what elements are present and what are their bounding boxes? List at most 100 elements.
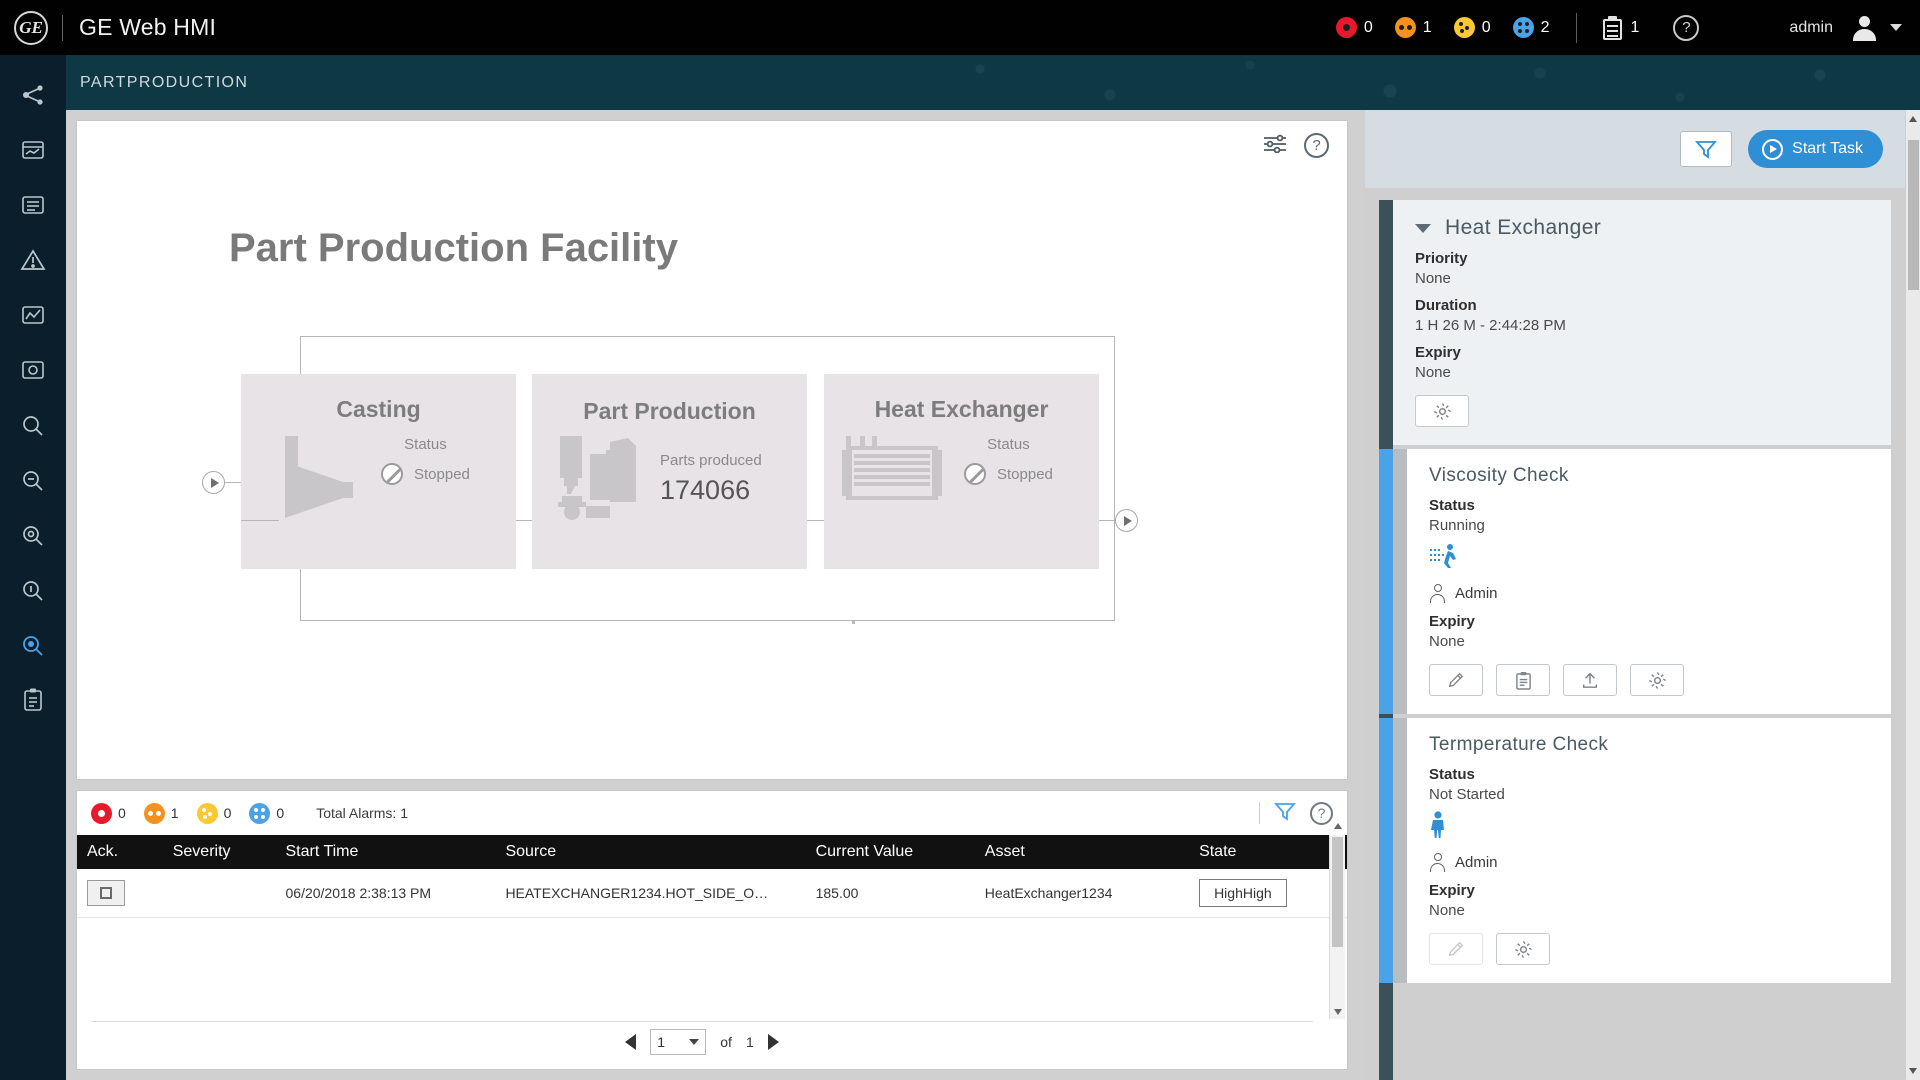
gear-icon-button[interactable] (1630, 664, 1684, 696)
task-panel-scrollbar[interactable] (1905, 110, 1920, 1080)
chevron-down-icon[interactable] (1415, 223, 1431, 233)
flow-node-outlet[interactable] (1115, 509, 1138, 532)
settings-sliders-icon[interactable] (1262, 133, 1288, 158)
person-icon (1429, 584, 1446, 603)
sidebar-item-search-a[interactable] (0, 397, 66, 452)
flow-line-outlet (1099, 520, 1115, 521)
scroll-thumb[interactable] (1332, 837, 1343, 947)
pager-of-label: of (720, 1033, 732, 1050)
gear-icon-button[interactable] (1415, 395, 1469, 427)
expiry-value: None (1429, 633, 1465, 650)
alarm-badge-low[interactable]: 0 (249, 802, 284, 824)
sidebar-item-task-list[interactable] (0, 672, 66, 727)
scroll-thumb[interactable] (1908, 140, 1919, 290)
status-label: Status (1429, 766, 1475, 783)
process-flow-diagram: Casting Status Stopped Part Production P… (202, 336, 1262, 656)
scroll-up-icon[interactable] (1334, 823, 1342, 829)
alarm-badge-critical[interactable]: 0 (91, 802, 126, 824)
header-badge-medium[interactable]: 0 (1453, 17, 1491, 38)
expiry-label: Expiry (1429, 613, 1475, 630)
header-badge-critical[interactable]: 0 (1335, 17, 1373, 38)
alarm-table-scrollbar[interactable] (1329, 823, 1345, 1019)
play-icon (1762, 138, 1784, 160)
breadcrumb-bar: PARTPRODUCTION (0, 55, 1920, 110)
breadcrumb[interactable]: PARTPRODUCTION (80, 55, 1920, 110)
gear-icon-button[interactable] (1496, 933, 1550, 965)
heat-exchanger-status-block: Status Stopped (964, 436, 1053, 485)
app-title: GE Web HMI (79, 14, 217, 40)
mimic-help-icon[interactable]: ? (1304, 133, 1329, 158)
flow-line-casting-in (241, 520, 279, 521)
col-asset[interactable]: Asset (974, 835, 1190, 869)
alarm-badge-medium[interactable]: 0 (196, 802, 231, 824)
task-list: Heat Exchanger Priority None Duration 1 … (1365, 188, 1905, 1080)
chevron-down-icon[interactable] (1890, 24, 1902, 31)
task-subaccent (1393, 449, 1407, 714)
casting-title: Casting (336, 396, 421, 422)
col-current-value[interactable]: Current Value (805, 835, 975, 869)
task-filter-button[interactable] (1680, 131, 1733, 167)
sidebar-item-search-active[interactable] (0, 617, 66, 672)
sidebar-item-search-d[interactable] (0, 562, 66, 617)
header-task-counter[interactable]: 1 (1602, 15, 1639, 40)
avatar[interactable] (1851, 14, 1878, 41)
help-icon[interactable]: ? (1673, 14, 1700, 41)
header-badge-high[interactable]: 1 (1394, 17, 1432, 38)
header-badge-low[interactable]: 2 (1512, 17, 1550, 38)
scroll-down-icon[interactable] (1334, 1009, 1342, 1015)
task-panel-toolbar: Start Task (1365, 110, 1905, 188)
ge-logo-icon[interactable]: GE (14, 10, 48, 45)
expiry-value: None (1415, 364, 1451, 381)
prev-page-button[interactable] (625, 1033, 637, 1050)
pencil-icon-button[interactable] (1429, 664, 1483, 696)
casting-status-label: Status (404, 436, 447, 453)
task-panel: Start Task Heat Exchanger Priority None … (1365, 110, 1920, 1080)
total-alarms-label: Total Alarms: 1 (316, 805, 409, 821)
clipboard-icon-button[interactable] (1496, 664, 1550, 696)
col-state[interactable]: State (1189, 835, 1347, 869)
next-page-button[interactable] (767, 1033, 779, 1050)
table-row[interactable]: 06/20/2018 2:38:13 PM HEATEXCHANGER1234.… (77, 869, 1347, 918)
pencil-icon-button[interactable] (1429, 933, 1483, 965)
page-select[interactable]: 1 (650, 1028, 707, 1055)
process-box-casting[interactable]: Casting Status Stopped (241, 374, 516, 569)
scroll-down-icon[interactable] (1909, 1068, 1917, 1074)
sidebar-item-assets-network[interactable] (0, 67, 66, 122)
sidebar-item-event-list[interactable] (0, 177, 66, 232)
ack-button[interactable] (87, 879, 125, 906)
status-value: Not Started (1429, 786, 1505, 803)
alarm-help-icon[interactable]: ? (1310, 801, 1333, 825)
parts-produced-block: Parts produced 174066 (660, 452, 762, 506)
col-severity[interactable]: Severity (162, 835, 276, 869)
task-assignee: Admin (1429, 584, 1869, 603)
sidebar-item-analysis-chart[interactable] (0, 287, 66, 342)
sidebar-item-alarms-warning[interactable] (0, 232, 66, 287)
assignee-name: Admin (1455, 585, 1498, 602)
sidebar-item-search-c[interactable] (0, 507, 66, 562)
start-task-button[interactable]: Start Task (1748, 130, 1883, 168)
col-start-time[interactable]: Start Time (275, 835, 496, 869)
app-header: GE GE Web HMI 0 1 0 2 1 ? admin (0, 0, 1920, 55)
filter-icon[interactable] (1274, 801, 1296, 826)
sidebar-item-search-b[interactable] (0, 452, 66, 507)
col-ack[interactable]: Ack. (77, 835, 163, 869)
cell-ack[interactable] (77, 869, 163, 918)
casting-status-block: Status Stopped (381, 436, 470, 485)
process-box-heat-exchanger[interactable]: Heat Exchanger Status Stopped (824, 374, 1099, 569)
task-card-viscosity-check[interactable]: Viscosity Check Status Running Admin Exp… (1379, 449, 1891, 714)
cell-state: HighHigh (1189, 869, 1347, 918)
critical-alarm-icon (91, 802, 112, 824)
task-card-heat-exchanger[interactable]: Heat Exchanger Priority None Duration 1 … (1393, 200, 1891, 445)
canvas-dot-marker (852, 621, 855, 624)
scroll-up-icon[interactable] (1909, 116, 1917, 122)
medium-alarm-count: 0 (1481, 18, 1491, 36)
pager-total-pages: 1 (745, 1033, 754, 1050)
process-box-part-production[interactable]: Part Production Parts produced 174066 (532, 374, 807, 569)
alarm-badge-high[interactable]: 1 (143, 802, 179, 824)
task-card-temperature-check[interactable]: Termperature Check Status Not Started Ad… (1379, 718, 1891, 983)
upload-icon-button[interactable] (1563, 664, 1617, 696)
col-source[interactable]: Source (495, 835, 806, 869)
flow-node-inlet[interactable] (202, 471, 225, 494)
sidebar-item-trend-card[interactable] (0, 122, 66, 177)
sidebar-item-diagnostics[interactable] (0, 342, 66, 397)
